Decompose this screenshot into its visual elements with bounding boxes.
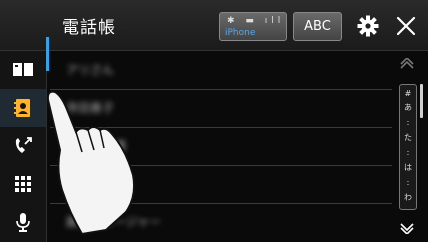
contact-list: アリさん 寺田善子 高橋 藤森マネージャー [50, 51, 392, 242]
index-item[interactable]: わ [400, 193, 416, 202]
abc-sort-button[interactable]: ABC [293, 12, 342, 41]
list-item[interactable]: 寺田善子 [50, 89, 392, 128]
close-icon[interactable] [395, 15, 417, 37]
index-item[interactable]: # [400, 89, 416, 98]
index-item: : [406, 148, 410, 157]
list-item[interactable]: 高橋 [50, 127, 392, 166]
index-item[interactable]: た [400, 133, 416, 142]
sidebar [0, 51, 47, 242]
sidebar-item-call-history[interactable] [0, 127, 46, 165]
list-item[interactable]: アリさん [50, 51, 392, 90]
list-item[interactable]: 藤森マネージャー [50, 203, 392, 241]
index-item: : [406, 118, 410, 127]
contacts-icon [14, 99, 30, 117]
scrollbar-thumb[interactable] [420, 84, 423, 118]
header-bar: 電話帳 ✱ ▬ ıll iPhone ABC [0, 0, 428, 51]
contact-name: アリさん [66, 63, 115, 77]
contact-name: 高橋 [102, 139, 127, 153]
index-item[interactable]: あ [400, 103, 416, 112]
scroll-down-icon[interactable] [399, 222, 415, 234]
device-name: iPhone [225, 28, 256, 38]
device-status-button[interactable]: ✱ ▬ ıll iPhone [219, 12, 287, 41]
active-indicator [46, 37, 49, 71]
book-icon [13, 63, 33, 76]
gear-icon[interactable] [356, 14, 380, 38]
device-status-icons: ✱ ▬ ıll [227, 16, 285, 26]
contact-name: 寺田善子 [66, 101, 115, 115]
call-history-icon [15, 137, 32, 153]
sidebar-item-keypad[interactable] [0, 165, 46, 203]
page-title: 電話帳 [62, 18, 116, 38]
contact-name: 藤森マネージャー [66, 215, 162, 229]
index-item: : [406, 178, 410, 187]
list-item[interactable] [50, 165, 392, 204]
microphone-icon [16, 213, 30, 232]
index-item[interactable]: は [400, 163, 416, 172]
scroll-up-icon[interactable] [399, 58, 415, 70]
sidebar-item-voice[interactable] [0, 203, 46, 241]
alphabet-index-bar[interactable]: # あ : た : は : わ [399, 84, 417, 210]
sidebar-item-phonebook[interactable] [0, 51, 46, 89]
sidebar-item-contacts[interactable] [0, 89, 46, 127]
keypad-icon [15, 176, 31, 192]
